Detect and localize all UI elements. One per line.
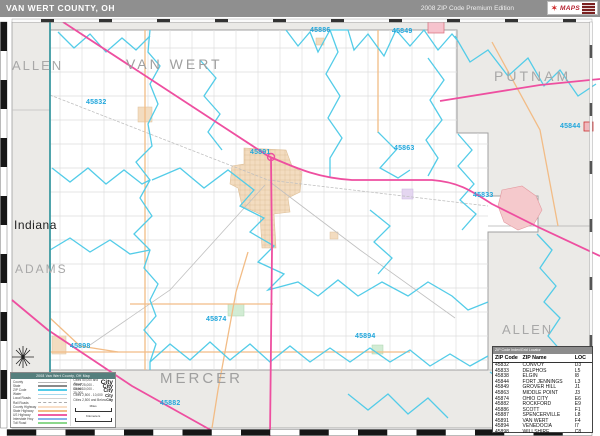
zip-table-header: ZIP Code ZIP Name LOC	[493, 354, 592, 363]
middle-point-area	[402, 189, 413, 199]
zip-table-cell: C8	[575, 429, 590, 435]
legend-line-sample	[38, 418, 67, 421]
legend-line-sample	[38, 422, 67, 425]
compass-star-icon: ✶	[550, 4, 558, 13]
legend-line-sample	[38, 389, 67, 391]
logo-brand-text: MAPS	[560, 5, 580, 12]
scale-bar-miles: Miles	[73, 404, 113, 412]
legend-line-sample	[38, 382, 67, 383]
logo-series-box	[582, 3, 595, 14]
zip-index-table: ZIP Code Index/Grid Locator ZIP Code ZIP…	[492, 346, 593, 433]
edition-label: 2008 ZIP Code Premium Edition	[421, 0, 514, 17]
legend-line-sample	[38, 406, 67, 408]
scale-bar-kilometers: Kilometers	[73, 414, 113, 422]
title-bar: VAN WERT COUNTY, OH 2008 ZIP Code Premiu…	[0, 0, 600, 17]
zip-table-row: 45898WILLSHIREC8	[493, 429, 592, 435]
legend-lines: CountyStateZIP CodeWaterLocal RoadsRail …	[11, 379, 70, 426]
legend-line-sample	[38, 402, 67, 403]
page-title: VAN WERT COUNTY, OH	[6, 0, 115, 17]
city-symbol: City	[106, 398, 113, 402]
willshire-area	[52, 336, 66, 354]
legend-line-sample	[38, 414, 67, 416]
col-loc: LOC	[575, 355, 590, 361]
legend-line-sample	[38, 385, 67, 387]
legend-cities: Cities 50,000 and AboveCityCities 25,000…	[73, 380, 113, 402]
legend-city-class: Cities 2,500 and BelowCity	[73, 398, 113, 402]
legend-line-sample	[38, 410, 67, 412]
legend-item-label: Toll Road	[13, 421, 38, 425]
legend-line-sample	[38, 398, 67, 399]
page: { "header": { "title": "VAN WERT COUNTY,…	[0, 0, 600, 436]
col-zip-name: ZIP Name	[523, 355, 575, 361]
legend-item: Toll Road	[13, 421, 68, 425]
zip-table-cell: WILLSHIRE	[523, 429, 575, 435]
elgin-area	[330, 232, 338, 239]
ohio-city-area	[228, 304, 244, 316]
publisher-logo: ✶ MAPS	[547, 1, 598, 15]
grover-hill-area	[428, 22, 444, 33]
map-legend: 2008 Van Wert County, OH Map CountyState…	[10, 372, 116, 428]
city-class-label: Cities 2,500 and Below	[73, 398, 106, 402]
zip-table-cell: 45898	[495, 429, 523, 435]
legend-line-sample	[38, 394, 67, 396]
zip-table-rows: 45832CONVOYD345833DELPHOSL545838ELGINI84…	[493, 363, 592, 435]
col-zip-code: ZIP Code	[495, 355, 523, 361]
city-class-label: Cities 2,500 - 10,000	[73, 393, 102, 397]
